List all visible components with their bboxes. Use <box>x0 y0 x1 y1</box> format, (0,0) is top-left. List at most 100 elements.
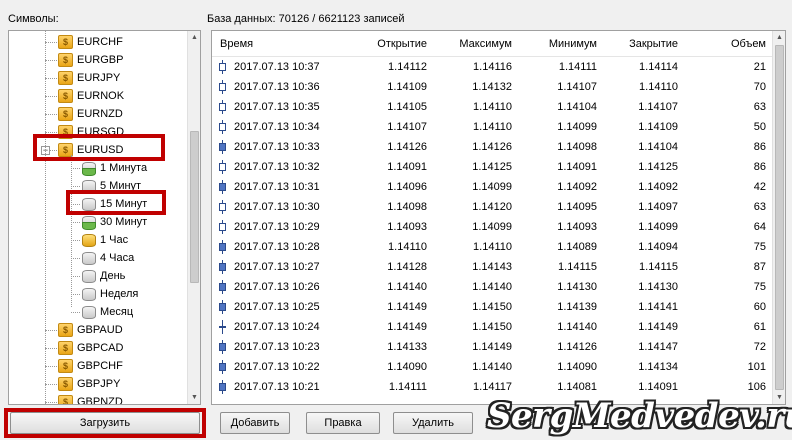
tree-item-symbol[interactable]: $ GBPCAD <box>58 339 123 357</box>
currency-symbol-icon: $ <box>58 89 73 103</box>
table-row[interactable]: 2017.07.13 10:34 1.14107 1.14110 1.14099 1.1… <box>212 117 772 137</box>
cell-time: 2017.07.13 10:31 <box>234 181 320 193</box>
tree-item-symbol[interactable]: $ GBPNZD <box>58 393 123 404</box>
cell-close: 1.14094 <box>638 241 678 253</box>
tree-item-label: GBPCAD <box>77 342 124 354</box>
cell-volume: 75 <box>753 281 766 293</box>
tree-item-timeframe[interactable]: 30 Минут <box>81 213 147 231</box>
tree-connector <box>45 78 57 79</box>
tree-item-symbol[interactable]: $ EURGBP <box>58 51 123 69</box>
table-row[interactable]: 2017.07.13 10:22 1.14090 1.14140 1.14090 1.1… <box>212 357 772 377</box>
tree-item-symbol[interactable]: $ EURCHF <box>58 33 123 51</box>
table-row[interactable]: 2017.07.13 10:29 1.14093 1.14099 1.14093 1.1… <box>212 217 772 237</box>
cell-open: 1.14107 <box>387 121 427 133</box>
cell-open: 1.14109 <box>387 81 427 93</box>
database-icon <box>81 161 96 176</box>
table-row[interactable]: 2017.07.13 10:37 1.14112 1.14116 1.14111 1.1… <box>212 57 772 77</box>
tree-item-timeframe[interactable]: Месяц <box>81 303 133 321</box>
database-icon <box>81 233 96 247</box>
cell-volume: 70 <box>753 81 766 93</box>
cell-time: 2017.07.13 10:37 <box>234 61 320 73</box>
tree-item-timeframe[interactable]: 1 Минута <box>81 159 147 177</box>
table-row[interactable]: 2017.07.13 10:21 1.14111 1.14117 1.14081 1.1… <box>212 377 772 397</box>
cell-open: 1.14093 <box>387 221 427 233</box>
column-header-high[interactable]: Максимум <box>427 31 512 57</box>
quotes-table-panel[interactable]: Время Открытие Максимум Минимум Закрытие… <box>211 30 786 405</box>
column-header-close[interactable]: Закрытие <box>597 31 678 57</box>
column-header-open[interactable]: Открытие <box>342 31 427 57</box>
cell-volume: 106 <box>747 381 766 393</box>
scroll-down-arrow-icon[interactable]: ▼ <box>188 391 200 404</box>
tree-item-symbol[interactable]: $ EURUSD <box>58 141 123 159</box>
table-row[interactable]: 2017.07.13 10:30 1.14098 1.14120 1.14095 1.1… <box>212 197 772 217</box>
cell-low: 1.14107 <box>557 81 597 93</box>
tree-scrollbar[interactable]: ▲ ▼ <box>187 31 200 404</box>
tree-item-timeframe[interactable]: 5 Минут <box>81 177 141 195</box>
tree-item-symbol[interactable]: $ GBPAUD <box>58 321 123 339</box>
table-row[interactable]: 2017.07.13 10:35 1.14105 1.14110 1.14104 1.1… <box>212 97 772 117</box>
tree-item-label: GBPNZD <box>77 396 123 404</box>
candlestick-icon <box>219 180 226 194</box>
symbols-tree-panel[interactable]: $ EURCHF $ EURGBP $ EURJPY $ EURNOK $ EURNZD $ EURS… <box>8 30 201 405</box>
table-row[interactable]: 2017.07.13 10:28 1.14110 1.14110 1.14089 1.1… <box>212 237 772 257</box>
add-button[interactable]: Добавить <box>220 412 290 434</box>
scrollbar-thumb[interactable] <box>775 45 784 390</box>
tree-item-timeframe[interactable]: 15 Минут <box>81 195 147 213</box>
currency-symbol-icon: $ <box>58 35 73 49</box>
column-header-time[interactable]: Время <box>220 31 253 57</box>
column-header-low[interactable]: Минимум <box>512 31 597 57</box>
tree-connector <box>45 348 57 349</box>
tree-item-label: GBPJPY <box>77 378 121 390</box>
tree-connector <box>71 222 80 223</box>
cell-volume: 50 <box>753 121 766 133</box>
tree-item-symbol[interactable]: $ EURNOK <box>58 87 124 105</box>
tree-item-symbol[interactable]: $ EURNZD <box>58 105 123 123</box>
delete-button[interactable]: Удалить <box>393 412 473 434</box>
tree-item-symbol[interactable]: $ EURJPY <box>58 69 120 87</box>
table-row[interactable]: 2017.07.13 10:32 1.14091 1.14125 1.14091 1.1… <box>212 157 772 177</box>
tree-item-timeframe[interactable]: 4 Часа <box>81 249 134 267</box>
tree-item-label: 5 Минут <box>100 180 142 192</box>
table-row[interactable]: 2017.07.13 10:26 1.14140 1.14140 1.14130 1.1… <box>212 277 772 297</box>
scroll-up-arrow-icon[interactable]: ▲ <box>188 31 200 44</box>
tree-connector <box>71 168 80 169</box>
table-row[interactable]: 2017.07.13 10:23 1.14133 1.14149 1.14126 1.1… <box>212 337 772 357</box>
tree-item-timeframe[interactable]: День <box>81 267 125 285</box>
cell-close: 1.14130 <box>638 281 678 293</box>
candlestick-icon <box>219 80 226 94</box>
tree-item-symbol[interactable]: $ EURSGD <box>58 123 124 141</box>
table-scrollbar[interactable]: ▲ ▼ <box>772 31 785 404</box>
load-button[interactable]: Загрузить <box>10 412 200 434</box>
cell-close: 1.14134 <box>638 361 678 373</box>
currency-symbol-icon: $ <box>58 377 73 391</box>
tree-item-timeframe[interactable]: 1 Час <box>81 231 128 249</box>
currency-symbol-icon: $ <box>58 53 73 67</box>
scroll-up-arrow-icon[interactable]: ▲ <box>773 31 785 44</box>
symbols-tree[interactable]: $ EURCHF $ EURGBP $ EURJPY $ EURNOK $ EURNZD $ EURS… <box>9 31 189 404</box>
table-row[interactable]: 2017.07.13 10:31 1.14096 1.14099 1.14092 1.1… <box>212 177 772 197</box>
table-row[interactable]: 2017.07.13 10:25 1.14149 1.14150 1.14139 1.1… <box>212 297 772 317</box>
table-row[interactable]: 2017.07.13 10:36 1.14109 1.14132 1.14107 1.1… <box>212 77 772 97</box>
cell-close: 1.14147 <box>638 341 678 353</box>
cell-volume: 64 <box>753 221 766 233</box>
cell-time: 2017.07.13 10:21 <box>234 381 320 393</box>
cell-low: 1.14099 <box>557 121 597 133</box>
cell-low: 1.14115 <box>558 261 597 273</box>
table-row[interactable]: 2017.07.13 10:24 1.14149 1.14150 1.14140 1.1… <box>212 317 772 337</box>
cell-high: 1.14099 <box>472 181 512 193</box>
cell-high: 1.14116 <box>473 61 512 73</box>
cell-open: 1.14133 <box>387 341 427 353</box>
cell-high: 1.14110 <box>473 101 512 113</box>
table-row[interactable]: 2017.07.13 10:33 1.14126 1.14126 1.14098 1.1… <box>212 137 772 157</box>
column-header-volume[interactable]: Объем <box>678 31 766 57</box>
scrollbar-thumb[interactable] <box>190 131 199 283</box>
currency-symbol-icon: $ <box>58 395 73 404</box>
edit-button[interactable]: Правка <box>306 412 380 434</box>
cell-low: 1.14089 <box>557 241 597 253</box>
table-row[interactable]: 2017.07.13 10:27 1.14128 1.14143 1.14115 1.1… <box>212 257 772 277</box>
tree-item-symbol[interactable]: $ GBPCHF <box>58 357 123 375</box>
cell-volume: 21 <box>753 61 766 73</box>
tree-item-label: EURSGD <box>77 126 125 138</box>
tree-item-timeframe[interactable]: Неделя <box>81 285 138 303</box>
tree-item-symbol[interactable]: $ GBPJPY <box>58 375 120 393</box>
